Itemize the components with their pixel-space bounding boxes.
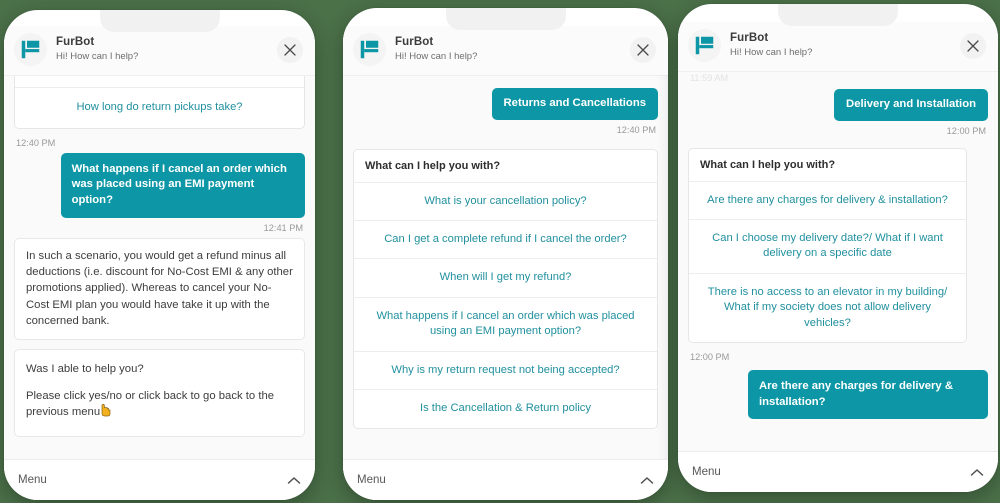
user-message-bubble-bottom: Are there any charges for delivery & ins… — [748, 370, 988, 420]
close-icon — [637, 43, 649, 56]
chat-widget-3: FurBot Hi! How can I help? 11:59 AM Deli… — [678, 22, 998, 492]
option-item-3[interactable]: What happens if I cancel an order which … — [354, 298, 657, 352]
bot-identity: FurBot Hi! How can I help? — [395, 36, 630, 62]
phone-notch — [778, 4, 898, 26]
bot-name: FurBot — [395, 36, 434, 49]
bot-subtitle: Hi! How can I help? — [730, 46, 813, 58]
user-message-row: Returns and Cancellations — [353, 88, 658, 120]
furbot-logo-icon — [14, 33, 47, 66]
option-item-5[interactable]: Is the Cancellation & Return policy — [354, 390, 657, 427]
bot-subtitle: Hi! How can I help? — [395, 50, 478, 62]
close-button[interactable] — [630, 36, 656, 63]
phone-notch — [445, 8, 566, 30]
phone-mockup-2: FurBot Hi! How can I help? Returns and C… — [343, 8, 668, 500]
menu-bar[interactable]: Menu — [343, 459, 668, 500]
option-card-title: What can I help you with? — [689, 149, 966, 182]
message-list-2[interactable]: Returns and Cancellations 12:40 PM What … — [343, 75, 668, 459]
option-item-0[interactable]: What is your cancellation policy? — [354, 183, 657, 222]
user-message-row-top: Delivery and Installation — [688, 89, 988, 121]
message-list-1[interactable]: applicable to all products? How long do … — [4, 75, 315, 459]
bot-name: FurBot — [56, 36, 95, 49]
menu-label: Menu — [357, 474, 386, 486]
option-item-2[interactable]: When will I get my refund? — [354, 259, 657, 298]
option-item-0[interactable]: Are there any charges for delivery & ins… — [689, 182, 966, 221]
bot-subtitle: Hi! How can I help? — [56, 50, 139, 62]
menu-label: Menu — [18, 474, 47, 486]
timestamp-1241: 12:41 PM — [263, 222, 303, 233]
option-item-return-pickups[interactable]: How long do return pickups take? — [15, 88, 304, 127]
user-message-bubble: What happens if I cancel an order which … — [60, 152, 305, 218]
chat-header: FurBot Hi! How can I help? — [4, 26, 315, 75]
furbot-logo-icon — [688, 29, 721, 62]
timestamp-1240: 12:40 PM — [16, 137, 56, 148]
phone-mockup-1: FurBot Hi! How can I help? applicable to… — [4, 10, 315, 500]
bot-identity: FurBot Hi! How can I help? — [56, 36, 277, 62]
followup-question: Was I able to help you? — [26, 362, 144, 375]
phone-notch — [99, 10, 220, 32]
clipped-option-card[interactable]: applicable to all products? How long do … — [14, 76, 305, 129]
user-message-bubble-top: Delivery and Installation — [834, 89, 988, 121]
bot-identity: FurBot Hi! How can I help? — [730, 32, 960, 58]
bot-followup-row: Was I able to help you? Please click yes… — [14, 348, 305, 437]
phone-mockup-3: FurBot Hi! How can I help? 11:59 AM Deli… — [678, 4, 998, 492]
option-item-2[interactable]: There is no access to an elevator in my … — [689, 274, 966, 342]
user-message-row: What happens if I cancel an order which … — [14, 152, 305, 218]
user-message-bubble: Returns and Cancellations — [491, 88, 658, 120]
chat-header: FurBot Hi! How can I help? — [343, 26, 668, 75]
chat-header: FurBot Hi! How can I help? — [678, 22, 998, 71]
furbot-logo-icon — [353, 33, 386, 66]
chat-widget-2: FurBot Hi! How can I help? Returns and C… — [343, 26, 668, 500]
close-button[interactable] — [960, 32, 986, 59]
chevron-up-icon[interactable] — [970, 468, 984, 477]
menu-bar[interactable]: Menu — [678, 451, 998, 492]
option-card[interactable]: What can I help you with? What is your c… — [353, 148, 658, 429]
close-icon — [284, 43, 296, 56]
bot-name: FurBot — [730, 32, 769, 45]
timestamp-1240: 12:40 PM — [616, 124, 656, 135]
followup-instruction: Please click yes/no or click back to go … — [26, 388, 293, 423]
message-list-3[interactable]: 11:59 AM Delivery and Installation 12:00… — [678, 71, 998, 451]
screenshot-stage: FurBot Hi! How can I help? applicable to… — [0, 0, 1000, 503]
bot-followup-bubble: Was I able to help you? Please click yes… — [14, 348, 305, 437]
chevron-up-icon[interactable] — [640, 476, 654, 485]
close-button[interactable] — [277, 36, 303, 63]
pointing-hand-cursor — [100, 404, 111, 422]
option-item-1[interactable]: Can I get a complete refund if I cancel … — [354, 221, 657, 260]
option-card-title: What can I help you with? — [354, 150, 657, 183]
timestamp-faded: 11:59 AM — [690, 73, 729, 83]
close-icon — [967, 39, 979, 52]
bot-answer-row: In such a scenario, you would get a refu… — [14, 237, 305, 340]
option-item-4[interactable]: Why is my return request not being accep… — [354, 352, 657, 391]
option-item-clipped[interactable]: applicable to all products? — [15, 76, 304, 89]
timestamp-1200-bottom: 12:00 PM — [690, 352, 730, 363]
bot-answer-bubble: In such a scenario, you would get a refu… — [14, 237, 305, 340]
user-message-row-bottom: Are there any charges for delivery & ins… — [688, 370, 988, 420]
chat-widget-1: FurBot Hi! How can I help? applicable to… — [4, 26, 315, 500]
timestamp-1200-top: 12:00 PM — [946, 125, 986, 136]
option-item-1[interactable]: Can I choose my delivery date?/ What if … — [689, 220, 966, 274]
chevron-up-icon[interactable] — [287, 476, 301, 485]
option-card[interactable]: What can I help you with? Are there any … — [688, 147, 967, 344]
menu-bar[interactable]: Menu — [4, 459, 315, 500]
menu-label: Menu — [692, 466, 721, 478]
